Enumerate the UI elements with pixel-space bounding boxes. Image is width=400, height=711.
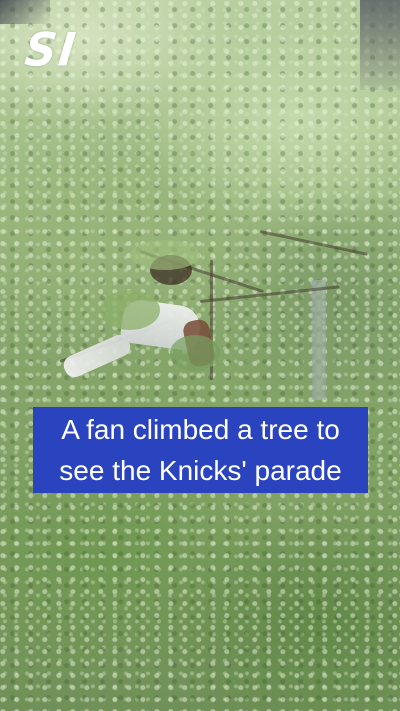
building-corner <box>0 0 50 24</box>
caption-line-1: A fan climbed a tree to <box>61 414 340 445</box>
video-caption: A fan climbed a tree to see the Knicks' … <box>33 407 368 493</box>
si-logo: SI <box>22 23 80 78</box>
video-frame[interactable] <box>0 0 400 711</box>
leaf-cluster <box>100 290 160 330</box>
leaf-cluster <box>130 240 200 270</box>
street-pole <box>312 280 326 400</box>
leaf-cluster <box>170 335 220 371</box>
caption-line-2: see the Knicks' parade <box>59 455 342 486</box>
building-background <box>360 0 400 90</box>
